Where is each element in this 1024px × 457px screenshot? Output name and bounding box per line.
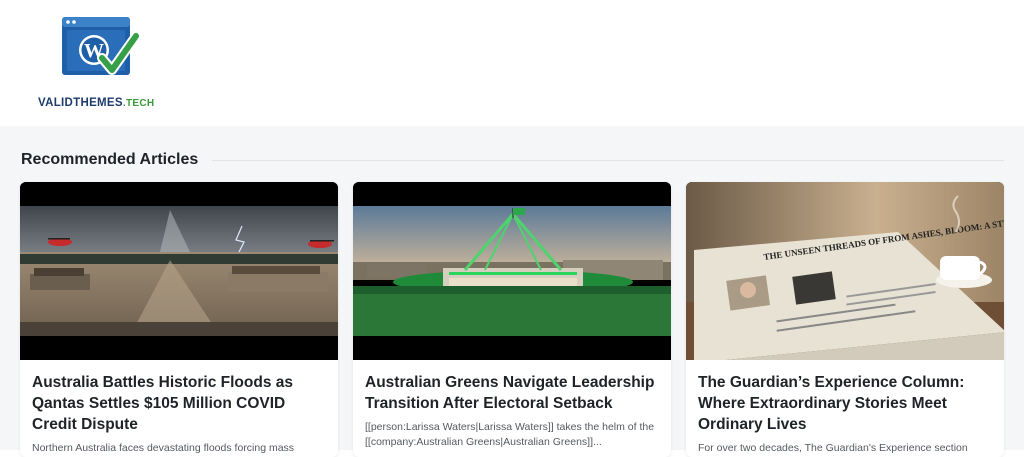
section-divider <box>212 159 1004 161</box>
newspaper-scene-image: THE UNSEEN THREADS OF FROM ASHES, BLOOM:… <box>686 182 1004 360</box>
article-card-grid: Australia Battles Historic Floods as Qan… <box>20 182 1004 457</box>
article-excerpt: [[person:Larissa Waters|Larissa Waters]]… <box>365 421 655 448</box>
wordpress-check-logo-icon: W <box>62 17 140 75</box>
logo-text-main: VALIDTHEMES <box>38 97 123 109</box>
article-excerpt: Northern Australia faces devastating flo… <box>32 442 295 454</box>
article-title[interactable]: Australian Greens Navigate Leadership Tr… <box>353 360 671 414</box>
recommended-articles-section: Recommended Articles Australia Battles H… <box>0 126 1024 457</box>
logo-text-tld: .TECH <box>122 98 155 109</box>
article-excerpt: For over two decades, The Guardian's Exp… <box>698 442 968 454</box>
article-card[interactable]: Australia Battles Historic Floods as Qan… <box>20 182 338 457</box>
section-header: Recommended Articles <box>21 148 1004 172</box>
article-thumbnail-parliament[interactable] <box>353 182 671 360</box>
article-title[interactable]: Australia Battles Historic Floods as Qan… <box>20 360 338 435</box>
article-title[interactable]: The Guardian’s Experience Column: Where … <box>686 360 1004 435</box>
section-title: Recommended Articles <box>21 151 199 168</box>
article-card[interactable]: THE UNSEEN THREADS OF FROM ASHES, BLOOM:… <box>686 182 1004 457</box>
article-thumbnail-floods[interactable] <box>20 182 338 360</box>
site-logo[interactable]: W VALIDTHEMES.TECH <box>36 12 160 112</box>
logo-wordmark: VALIDTHEMES.TECH <box>38 97 154 109</box>
article-thumbnail-newspaper[interactable]: THE UNSEEN THREADS OF FROM ASHES, BLOOM:… <box>686 182 1004 360</box>
flood-scene-image <box>20 182 338 360</box>
article-card[interactable]: Australian Greens Navigate Leadership Tr… <box>353 182 671 457</box>
site-header: W VALIDTHEMES.TECH <box>0 0 1024 126</box>
parliament-scene-image <box>353 182 671 360</box>
